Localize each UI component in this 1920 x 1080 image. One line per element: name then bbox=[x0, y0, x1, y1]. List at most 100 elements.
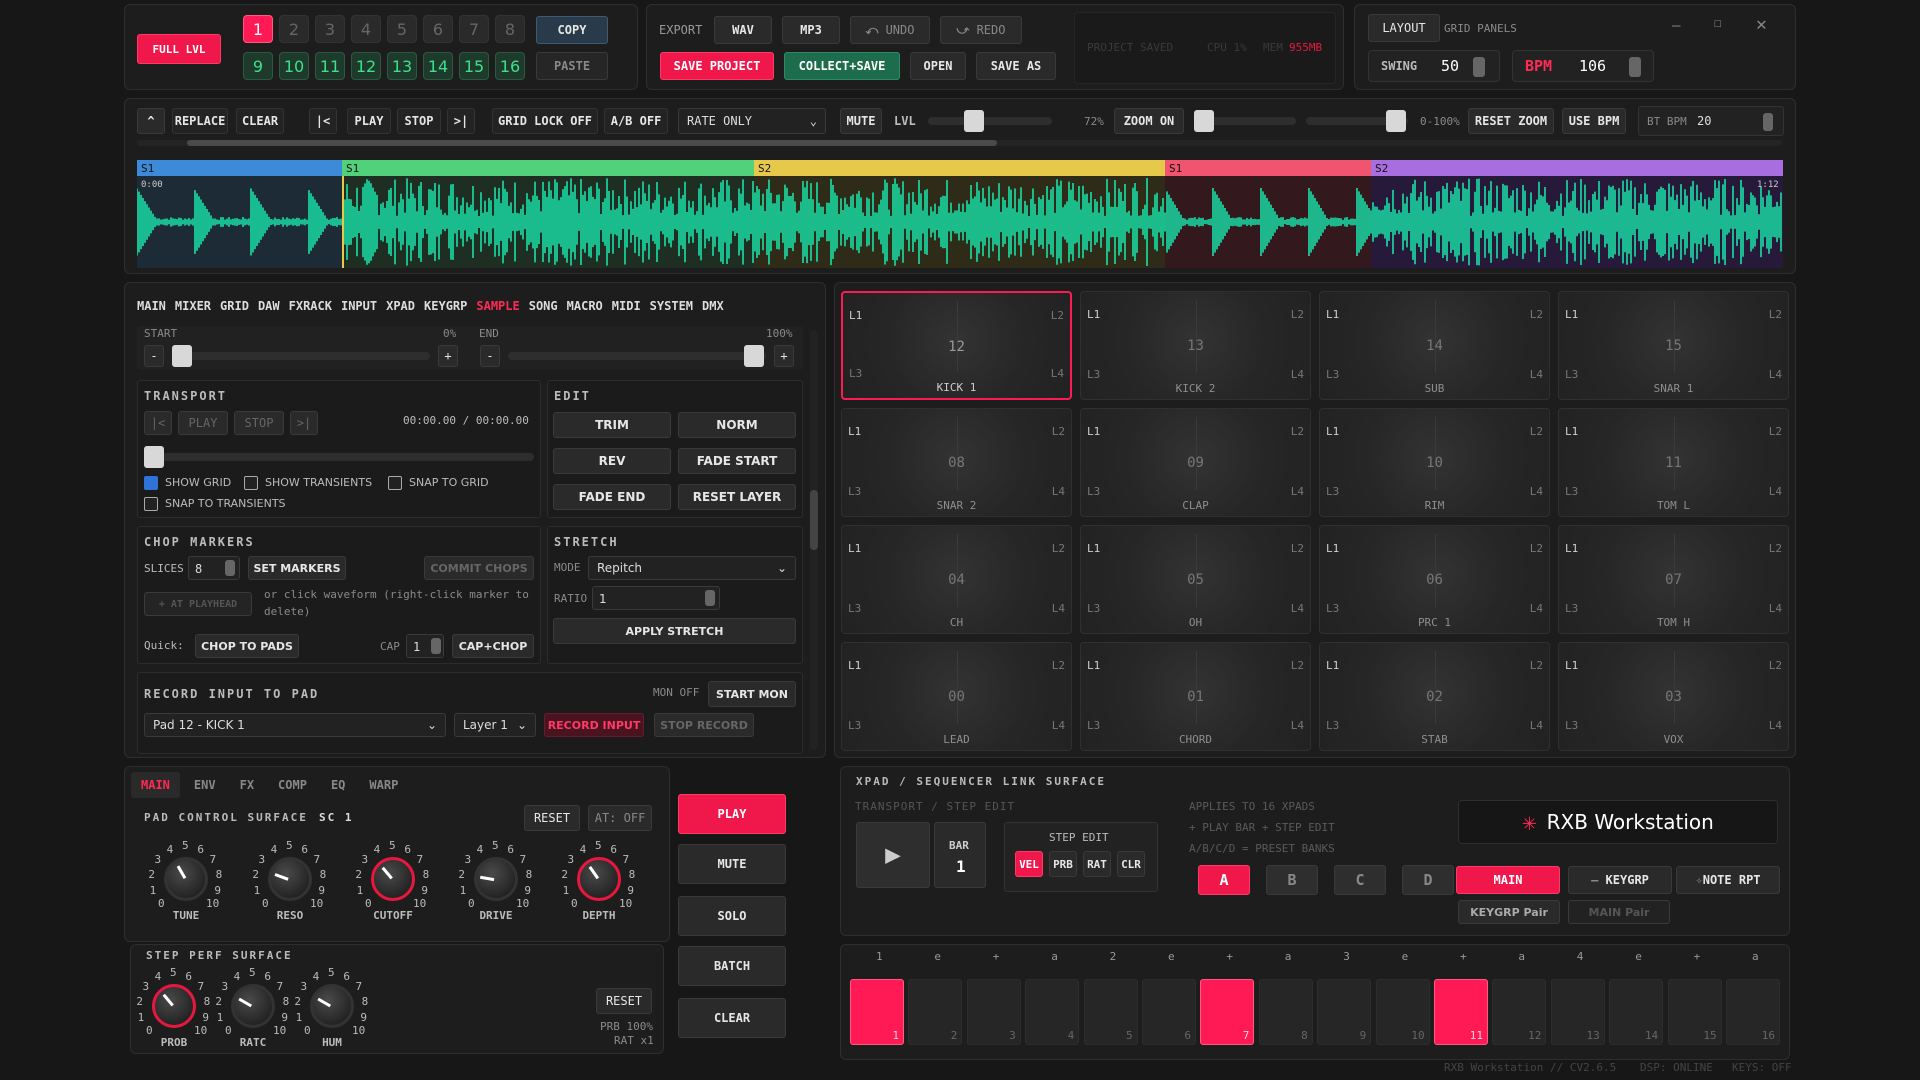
bt-bpm-control[interactable]: BT BPM 20 bbox=[1638, 106, 1784, 136]
pad-13[interactable]: L1 L2 L3 L4 13 KICK 2 bbox=[1080, 291, 1311, 400]
pad-01[interactable]: L1 L2 L3 L4 01 CHORD bbox=[1080, 642, 1311, 751]
cap-input[interactable]: 1 bbox=[406, 634, 444, 658]
layout-button[interactable]: LAYOUT bbox=[1368, 14, 1440, 42]
rat-button[interactable]: RAT bbox=[1083, 851, 1111, 877]
pad-control-reset-button[interactable]: RESET bbox=[524, 805, 580, 831]
transport-play-button[interactable]: PLAY bbox=[178, 411, 228, 435]
transport-position-thumb[interactable] bbox=[144, 446, 164, 468]
start-slider-thumb[interactable] bbox=[172, 345, 192, 367]
prob-knob[interactable] bbox=[152, 984, 196, 1028]
toolbar-grid-lock-button[interactable]: GRID LOCK OFF bbox=[492, 108, 598, 134]
depth-knob[interactable] bbox=[577, 857, 621, 901]
record-layer-select[interactable]: Layer 1 ⌄ bbox=[454, 713, 536, 737]
xpad-main-button[interactable]: MAIN bbox=[1456, 866, 1560, 894]
step-5[interactable]: 5 bbox=[1083, 979, 1138, 1045]
zoom-on-button[interactable]: ZOOM ON bbox=[1114, 108, 1184, 134]
step-14[interactable]: 14 bbox=[1609, 979, 1664, 1045]
vel-button[interactable]: VEL bbox=[1015, 851, 1043, 877]
step-10[interactable]: 10 bbox=[1375, 979, 1430, 1045]
bank-button-6[interactable]: 6 bbox=[423, 15, 453, 43]
nav-tab-macro[interactable]: MACRO bbox=[567, 299, 603, 313]
reso-knob[interactable] bbox=[268, 857, 312, 901]
reset-zoom-button[interactable]: RESET ZOOM bbox=[1468, 108, 1554, 134]
cap-stepper-icon[interactable] bbox=[431, 638, 441, 654]
start-minus-button[interactable]: - bbox=[144, 345, 164, 367]
export-mp3-button[interactable]: MP3 bbox=[782, 16, 840, 44]
xpad-play-button[interactable]: ▶ bbox=[856, 822, 930, 888]
nav-tab-song[interactable]: SONG bbox=[529, 299, 558, 313]
preset-bank-c[interactable]: C bbox=[1334, 865, 1386, 895]
keygrp-pair-button[interactable]: KEYGRP Pair bbox=[1458, 900, 1560, 924]
fade-start-button[interactable]: FADE START bbox=[678, 448, 796, 474]
start-monitor-button[interactable]: START MON bbox=[708, 681, 796, 707]
segment-marker-bar[interactable] bbox=[1165, 160, 1371, 176]
pad-batch-button[interactable]: BATCH bbox=[678, 946, 786, 986]
bank-button-8[interactable]: 8 bbox=[495, 15, 525, 43]
pad-11[interactable]: L1 L2 L3 L4 11 TOM L bbox=[1558, 408, 1789, 517]
bank-button-11[interactable]: 11 bbox=[315, 52, 345, 80]
toolbar-replace-button[interactable]: REPLACE bbox=[172, 108, 228, 134]
end-minus-button[interactable]: - bbox=[480, 345, 500, 367]
pad-07[interactable]: L1 L2 L3 L4 07 TOM H bbox=[1558, 525, 1789, 634]
ratio-stepper-icon[interactable] bbox=[705, 590, 715, 606]
transport-stop-button[interactable]: STOP bbox=[234, 411, 284, 435]
snap-transients-checkbox[interactable] bbox=[144, 496, 158, 511]
pad-03[interactable]: L1 L2 L3 L4 03 VOX bbox=[1558, 642, 1789, 751]
start-slider[interactable] bbox=[172, 345, 430, 367]
maximize-icon[interactable]: ☐ bbox=[1714, 16, 1722, 31]
segment-marker-bar[interactable] bbox=[342, 160, 754, 176]
transport-position-slider[interactable] bbox=[144, 446, 534, 468]
step-perf-reset-button[interactable]: RESET bbox=[596, 988, 652, 1014]
bank-button-13[interactable]: 13 bbox=[387, 52, 417, 80]
paste-button[interactable]: PASTE bbox=[536, 52, 608, 80]
record-pad-select[interactable]: Pad 12 - KICK 1 ⌄ bbox=[144, 713, 446, 737]
bpm-stepper-icon[interactable] bbox=[1629, 57, 1641, 77]
pad-04[interactable]: L1 L2 L3 L4 04 CH bbox=[841, 525, 1072, 634]
fade-end-button[interactable]: FADE END bbox=[553, 484, 671, 510]
rate-select[interactable]: RATE ONLY ⌄ bbox=[678, 108, 826, 134]
rev-button[interactable]: REV bbox=[553, 448, 671, 474]
full-level-button[interactable]: FULL LVL bbox=[137, 34, 221, 64]
ratio-input[interactable]: 1 bbox=[592, 586, 720, 610]
step-12[interactable]: 12 bbox=[1492, 979, 1547, 1045]
clr-button[interactable]: CLR bbox=[1117, 851, 1145, 877]
bpm-control[interactable]: BPM 106 bbox=[1512, 50, 1654, 82]
nav-tab-sample[interactable]: SAMPLE bbox=[476, 299, 519, 313]
at-toggle-button[interactable]: AT: OFF bbox=[588, 805, 652, 831]
step-6[interactable]: 6 bbox=[1142, 979, 1196, 1045]
nav-tab-grid[interactable]: GRID bbox=[220, 299, 249, 313]
bottom-tab-env[interactable]: ENV bbox=[184, 772, 226, 798]
waveform-display[interactable]: S1 S1 S2 S1 S2 0:00 1:12 bbox=[137, 160, 1783, 268]
pad-09[interactable]: L1 L2 L3 L4 09 CLAP bbox=[1080, 408, 1311, 517]
step-13[interactable]: 13 bbox=[1550, 979, 1605, 1045]
use-bpm-button[interactable]: USE BPM bbox=[1562, 108, 1626, 134]
playhead-marker[interactable] bbox=[342, 176, 344, 268]
pad-solo-button[interactable]: SOLO bbox=[678, 896, 786, 936]
cap-chop-button[interactable]: CAP+CHOP bbox=[452, 634, 534, 658]
zoom-range-slider-thumb[interactable] bbox=[1386, 110, 1406, 132]
step-11[interactable]: 11 bbox=[1434, 979, 1488, 1045]
step-7[interactable]: 7 bbox=[1200, 979, 1255, 1045]
sample-scrollbar-thumb[interactable] bbox=[810, 490, 818, 550]
preset-bank-b[interactable]: B bbox=[1266, 865, 1318, 895]
step-15[interactable]: 15 bbox=[1667, 979, 1722, 1045]
step-3[interactable]: 3 bbox=[966, 979, 1021, 1045]
bank-button-15[interactable]: 15 bbox=[459, 52, 489, 80]
collapse-button[interactable]: ^ bbox=[137, 108, 165, 134]
step-8[interactable]: 8 bbox=[1258, 979, 1313, 1045]
bank-button-14[interactable]: 14 bbox=[423, 52, 453, 80]
step-16[interactable]: 16 bbox=[1726, 979, 1780, 1045]
sample-scrollbar[interactable] bbox=[810, 330, 818, 750]
drive-knob[interactable] bbox=[474, 857, 518, 901]
pad-14[interactable]: L1 L2 L3 L4 14 SUB bbox=[1319, 291, 1550, 400]
bottom-tab-warp[interactable]: WARP bbox=[359, 772, 408, 798]
copy-button[interactable]: COPY bbox=[536, 16, 608, 44]
at-playhead-button[interactable]: + AT PLAYHEAD bbox=[144, 592, 252, 616]
record-input-button[interactable]: RECORD INPUT bbox=[544, 713, 644, 737]
bank-button-16[interactable]: 16 bbox=[495, 52, 525, 80]
nav-tab-fxrack[interactable]: FXRACK bbox=[289, 299, 332, 313]
swing-stepper-icon[interactable] bbox=[1473, 57, 1485, 77]
bank-button-2[interactable]: 2 bbox=[279, 15, 309, 43]
norm-button[interactable]: NORM bbox=[678, 412, 796, 438]
nav-tab-main[interactable]: MAIN bbox=[137, 299, 166, 313]
